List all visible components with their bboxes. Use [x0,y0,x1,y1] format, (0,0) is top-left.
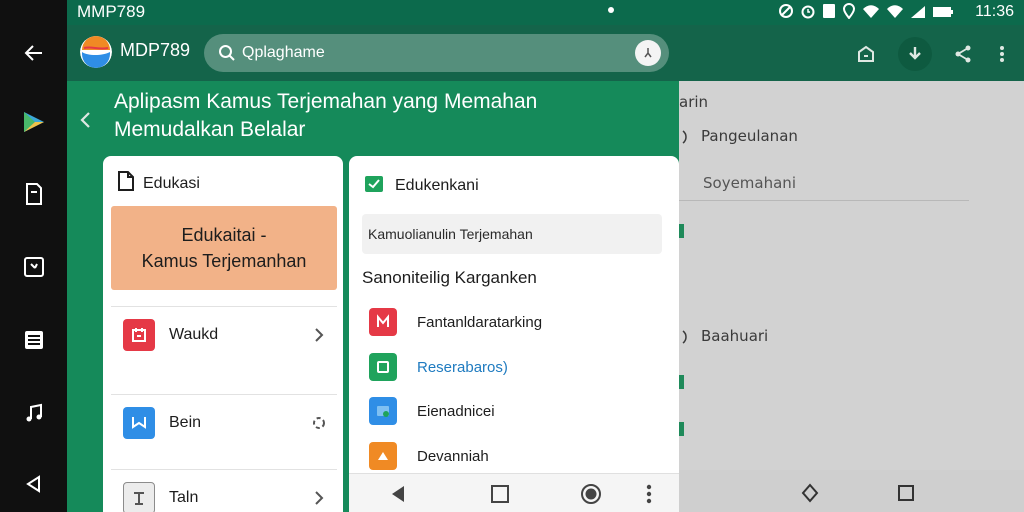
list-item-waukd[interactable]: Waukd [111,306,337,362]
menu-item-label: Eienadnicei [417,402,495,420]
signal-icon [910,4,926,23]
bg-green-mark-3 [679,422,684,436]
bg-diamond-icon [799,482,821,504]
status-icons [778,3,954,23]
chevron-right-icon [309,325,329,345]
save-offline-icon[interactable] [849,37,883,71]
nav-home-square-icon[interactable] [489,483,511,505]
orange-app-icon [369,442,397,470]
dictionary-card-header: Edukenkani [363,172,479,199]
nav-back-icon[interactable] [387,483,409,505]
list-item-label: Taln [169,488,199,506]
education-card-header: Edukasi [117,170,200,197]
menu-item-label: Devanniah [417,447,489,465]
no-disturb-icon [778,3,794,23]
nav-back-triangle-icon[interactable] [16,466,52,502]
wifi-icon [862,4,880,23]
menu-item-4[interactable]: Devanniah [369,441,489,471]
battery-icon [932,4,954,23]
bg-text-3: Soyemahani [703,174,796,192]
feature-line-2: Kamus Terjemanhan [141,251,307,271]
green-box-icon [369,353,397,381]
calendar-icon [123,318,155,351]
bg-green-mark-1 [679,224,684,238]
list-item-label: Bein [169,413,202,431]
bg-bottom-nav [679,470,1024,512]
feature-line-1: Edukaitai - [181,225,267,245]
app-logo[interactable] [80,36,112,68]
bg-text-2: Pangeulanan [701,127,798,145]
dictionary-search-field[interactable]: Kamuolianulin Terjemahan [362,214,662,254]
search-bar[interactable]: Qplaghame [204,34,669,72]
notification-dot [608,7,614,13]
section-title: Sanoniteilig Karganken [362,268,537,287]
colorful-app-icon[interactable] [16,104,52,140]
headline-line-1: Aplipasm Kamus Terjemahan yang Memahan [114,90,538,113]
menu-item-2[interactable]: Reserabaros) [369,352,508,382]
featured-dictionary-banner[interactable]: Edukaitai - Kamus Terjemanhan [111,206,337,290]
document-icon[interactable] [16,176,52,212]
headline-line-2: Memudalkan Belalar [114,118,306,141]
education-card: Edukasi Edukaitai - Kamus Terjemanhan Wa… [103,156,343,512]
search-icon [216,42,238,64]
chevron-right-icon [309,488,329,508]
education-card-title: Edukasi [143,174,200,192]
music-note-icon[interactable] [16,395,52,431]
list-item-label: Waukd [169,325,219,343]
bottom-navigation [349,473,679,512]
location-icon [842,3,856,23]
bg-text-1: arin [679,93,709,111]
clock-box-icon[interactable] [16,249,52,285]
menu-item-label: Fantanldaratarking [417,313,543,331]
download-icon[interactable] [898,37,932,71]
bg-square-icon [895,482,917,504]
share-icon[interactable] [946,37,980,71]
voice-search-icon[interactable] [635,40,661,66]
green-app-icon [363,172,385,199]
side-navigation-rail [0,0,67,512]
menu-item-3[interactable]: Eienadnicei [369,396,495,426]
dictionary-card-title: Edukenkani [395,176,479,194]
status-bar-title: MMP789 [77,2,146,21]
background-content [679,81,1024,512]
alarm-icon [800,3,816,23]
bg-bracket-icon-2 [679,330,691,344]
sim-icon [822,3,836,23]
bg-bracket-icon [679,130,691,144]
text-format-icon [123,481,155,512]
nav-more-icon[interactable] [638,483,660,505]
nav-record-icon[interactable] [580,483,602,505]
bg-green-mark-2 [679,375,684,389]
app-name: MDP789 [120,40,191,60]
chevron-left-icon[interactable] [75,110,95,130]
more-options-icon[interactable] [985,37,1019,71]
back-arrow-icon[interactable] [16,35,52,71]
page-headline: Aplipasm Kamus Terjemahan yang Memahan M… [114,88,594,144]
red-app-icon [369,308,397,336]
translate-icon [123,406,155,439]
sync-icon[interactable] [309,413,329,433]
wifi-icon-2 [886,4,904,23]
list-item-taln[interactable]: Taln [111,469,337,512]
bg-divider [679,200,969,201]
bg-text-4: Baahuari [701,327,769,345]
status-time: 11:36 [975,3,1014,20]
dictionary-card: Edukenkani Kamuolianulin Terjemahan Sano… [349,156,679,512]
menu-item-1[interactable]: Fantanldaratarking [369,307,542,337]
list-icon[interactable] [16,322,52,358]
list-item-bein[interactable]: Bein [111,394,337,450]
search-input[interactable]: Qplaghame [242,44,635,62]
file-icon [117,170,135,197]
menu-item-label: Reserabaros) [417,358,508,376]
folder-icon [369,397,397,425]
